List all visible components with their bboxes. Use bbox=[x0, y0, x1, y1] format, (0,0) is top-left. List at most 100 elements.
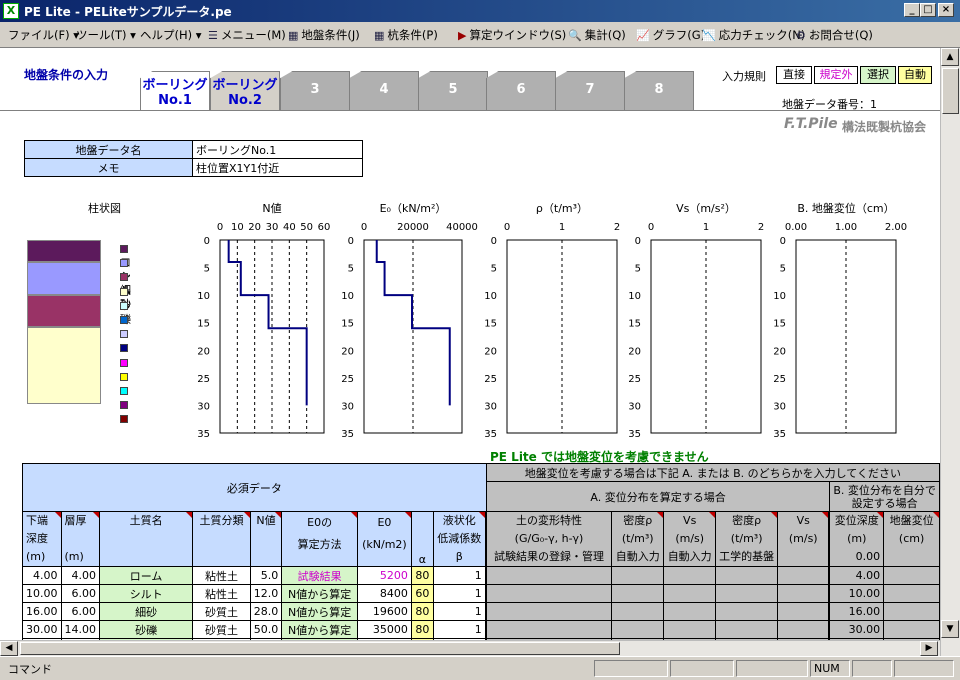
col-thickness: 層厚 (m) bbox=[60, 511, 100, 567]
table-icon: ▦ bbox=[288, 29, 299, 42]
x-tick-label: 40 bbox=[283, 222, 296, 233]
y-tick-label: 10 bbox=[484, 291, 497, 302]
table-icon: ▦ bbox=[374, 29, 385, 42]
col-ground-disp: 地盤変位 (cm) bbox=[883, 511, 940, 567]
col-disp-depth: 変位深度 (m) 0.00 bbox=[829, 511, 885, 567]
col-soil-name: 土質名 bbox=[98, 511, 194, 567]
y-tick-label: 0 bbox=[491, 236, 497, 247]
y-tick-label: 10 bbox=[628, 291, 641, 302]
excel-icon: X bbox=[3, 3, 19, 19]
x-tick-label: 30 bbox=[266, 222, 279, 233]
table-row: 16.00 6.00 細砂 砂質土 28.0 N値から算定 19600 80 1… bbox=[22, 602, 940, 621]
menu-summary[interactable]: 🔍 集計(Q) bbox=[568, 27, 626, 43]
col-density-base: 密度ρ (t/m³) 工学的基盤 bbox=[715, 511, 779, 567]
a-header: A. 変位分布を算定する場合 bbox=[485, 481, 831, 512]
y-tick-label: 20 bbox=[628, 346, 641, 357]
x-tick-label: 40000 bbox=[446, 222, 478, 233]
chart-title: E₀（kN/m²） bbox=[380, 202, 447, 215]
disp-header: 地盤変位を考慮する場合は下記 A. または B. のどちらかを入力してください bbox=[485, 463, 940, 482]
x-tick-label: 10 bbox=[231, 222, 244, 233]
profile-charts: N値0 10 20 30 40 50 6005101520253035E₀（kN/m²）0 2… bbox=[197, 201, 907, 440]
sheet-area: 地盤条件の入力 ボーリング No.1 ボーリング No.2 3 4 5 6 7 8 … bbox=[0, 48, 940, 640]
window-title: PE Lite - PELiteサンプルデータ.pe bbox=[24, 5, 232, 19]
x-tick-label: 1.00 bbox=[835, 222, 857, 233]
y-tick-label: 20 bbox=[197, 346, 210, 357]
required-header: 必須データ bbox=[22, 463, 487, 512]
table-row: 10.00 6.00 シルト 粘性土 12.0 N値から算定 8400 60 1… bbox=[22, 584, 940, 603]
y-tick-label: 15 bbox=[628, 319, 641, 330]
y-tick-label: 30 bbox=[197, 401, 210, 412]
x-tick-label: 2 bbox=[758, 222, 764, 233]
col-bottom-depth: 下端 深度 (m) bbox=[22, 511, 62, 567]
x-tick-label: 50 bbox=[300, 222, 313, 233]
x-tick-label: 1 bbox=[703, 222, 709, 233]
horizontal-scrollbar[interactable]: ◀ ▶ bbox=[0, 640, 940, 656]
y-tick-label: 20 bbox=[341, 346, 354, 357]
title-bar: X PE Lite - PELiteサンプルデータ.pe _ □ × bbox=[0, 0, 960, 22]
minimize-button[interactable]: _ bbox=[904, 3, 920, 17]
triangle-icon: ▶ bbox=[458, 29, 467, 42]
y-tick-label: 25 bbox=[773, 374, 786, 385]
graph-icon: 📉 bbox=[702, 29, 716, 42]
col-vs-base: Vs (m/s) bbox=[777, 511, 830, 567]
y-tick-label: 15 bbox=[341, 319, 354, 330]
scroll-right-arrow-icon[interactable]: ▶ bbox=[920, 641, 938, 656]
menu-contact[interactable]: ⚙ お問合せ(Q) bbox=[796, 27, 873, 43]
menu-stress-check[interactable]: 📉 応力チェック(N) bbox=[702, 27, 805, 43]
menu-main[interactable]: ☰ メニュー(M) bbox=[208, 27, 286, 43]
menu-pile[interactable]: ▦ 杭条件(P) bbox=[374, 27, 438, 43]
status-num: NUM bbox=[810, 660, 850, 677]
menu-graph[interactable]: 📈 グラフ(G) bbox=[636, 27, 705, 43]
y-tick-label: 0 bbox=[635, 236, 641, 247]
scroll-thumb[interactable] bbox=[942, 68, 959, 114]
y-tick-label: 0 bbox=[348, 236, 354, 247]
menu-calc-window[interactable]: ▶ 算定ウインドウ(S) bbox=[458, 27, 566, 43]
y-tick-label: 35 bbox=[773, 429, 786, 440]
col-soil-class: 土質分類 bbox=[192, 511, 251, 567]
x-tick-label: 0 bbox=[361, 222, 367, 233]
status-command: コマンド bbox=[8, 663, 52, 676]
chart-title: N値 bbox=[262, 202, 281, 215]
x-tick-label: 2.00 bbox=[885, 222, 907, 233]
y-tick-label: 20 bbox=[484, 346, 497, 357]
y-tick-label: 30 bbox=[484, 401, 497, 412]
menu-tools[interactable]: ツール(T) ▾ bbox=[76, 27, 136, 43]
graph-icon: 📈 bbox=[636, 29, 650, 42]
menu-file[interactable]: ファイル(F) ▾ bbox=[8, 27, 79, 43]
y-tick-label: 35 bbox=[628, 429, 641, 440]
x-tick-label: 2 bbox=[614, 222, 620, 233]
y-tick-label: 35 bbox=[197, 429, 210, 440]
y-tick-label: 25 bbox=[197, 374, 210, 385]
menu-help[interactable]: ヘルプ(H) ▾ bbox=[140, 27, 202, 43]
x-tick-label: 0.00 bbox=[785, 222, 807, 233]
maximize-button[interactable]: □ bbox=[920, 3, 936, 17]
close-button[interactable]: × bbox=[938, 3, 954, 17]
y-tick-label: 25 bbox=[341, 374, 354, 385]
soil-data-table: 必須データ 地盤変位を考慮する場合は下記 A. または B. のどちらかを入力し… bbox=[22, 463, 940, 640]
y-tick-label: 25 bbox=[628, 374, 641, 385]
x-tick-label: 1 bbox=[559, 222, 565, 233]
y-tick-label: 5 bbox=[348, 264, 354, 275]
chart-title: ρ（t/m³） bbox=[536, 202, 588, 215]
scroll-left-arrow-icon[interactable]: ◀ bbox=[0, 641, 18, 656]
y-tick-label: 30 bbox=[341, 401, 354, 412]
table-row: 30.00 14.00 砂礫 砂質土 50.0 N値から算定 35000 80 … bbox=[22, 620, 940, 639]
y-tick-label: 10 bbox=[773, 291, 786, 302]
col-deformation[interactable]: 土の変形特性 (G/G₀-γ, h-γ) 試験結果の登録・管理 bbox=[485, 511, 613, 567]
list-icon: ☰ bbox=[208, 29, 218, 42]
col-alpha: α bbox=[410, 511, 434, 567]
y-tick-label: 30 bbox=[628, 401, 641, 412]
col-n-value: N値 bbox=[249, 511, 283, 567]
magnify-icon: 🔍 bbox=[568, 29, 582, 42]
hscroll-thumb[interactable] bbox=[20, 642, 620, 655]
col-e0: E0 (kN/m2) bbox=[357, 511, 412, 567]
scroll-down-arrow-icon[interactable]: ▼ bbox=[941, 620, 959, 638]
x-tick-label: 0 bbox=[648, 222, 654, 233]
menu-ground[interactable]: ▦ 地盤条件(J) bbox=[288, 27, 360, 43]
vertical-scrollbar[interactable]: ▲ ▼ bbox=[940, 48, 960, 656]
y-tick-label: 35 bbox=[341, 429, 354, 440]
y-tick-label: 15 bbox=[197, 319, 210, 330]
scroll-up-arrow-icon[interactable]: ▲ bbox=[941, 48, 959, 66]
b-header: B. 変位分布を自分で設定する場合 bbox=[829, 481, 940, 512]
y-tick-label: 5 bbox=[780, 264, 786, 275]
